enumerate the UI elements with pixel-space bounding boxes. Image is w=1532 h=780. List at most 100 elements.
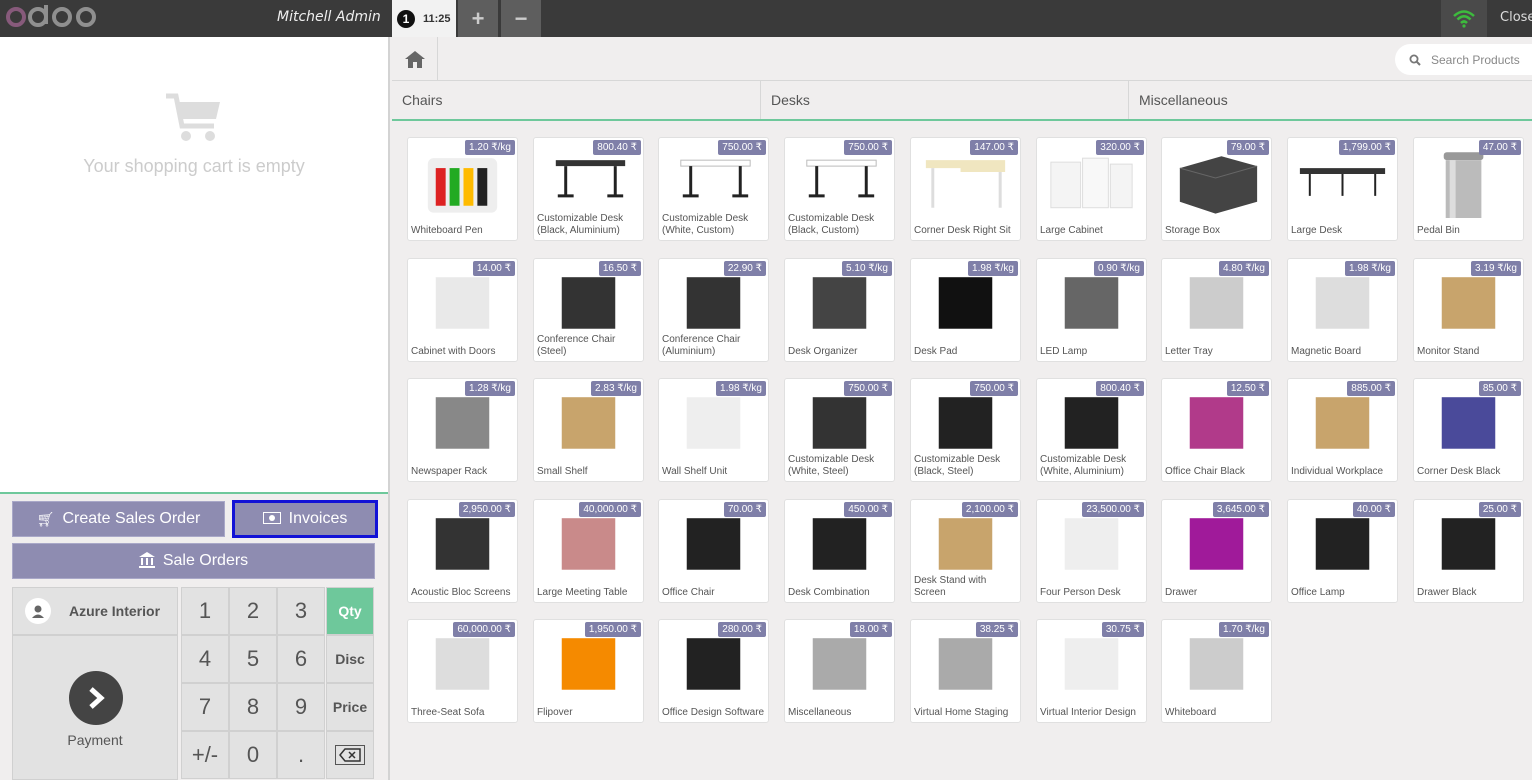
category-desks[interactable]: Desks [761, 81, 1129, 119]
numpad-key-0[interactable]: 0 [229, 731, 277, 779]
product-card[interactable]: 1,950.00 ₹ Flipover [533, 619, 644, 723]
order-pane: Your shopping cart is empty 🛒︎ Create Sa… [0, 37, 390, 780]
product-card[interactable]: 1.20 ₹/kg Whiteboard Pen [407, 137, 518, 241]
product-name: Flipover [537, 707, 573, 718]
mode-price-button[interactable]: Price [326, 683, 374, 731]
product-card[interactable]: 1.28 ₹/kg Newspaper Rack [407, 378, 518, 482]
product-card[interactable]: 1,799.00 ₹ Large Desk [1287, 137, 1398, 241]
numpad-key-3[interactable]: 3 [277, 587, 325, 635]
sale-orders-button[interactable]: Sale Orders [12, 543, 375, 579]
create-sales-order-button[interactable]: 🛒︎ Create Sales Order [12, 501, 225, 537]
product-card[interactable]: 800.40 ₹ Customizable Desk (White, Alumin… [1036, 378, 1147, 482]
cashier-name[interactable]: Mitchell Admin [277, 9, 381, 25]
mode-qty-button[interactable]: Qty [326, 587, 374, 635]
numpad-key-dot[interactable]: . [277, 731, 325, 779]
product-card[interactable]: 2.83 ₹/kg Small Shelf [533, 378, 644, 482]
product-card[interactable]: 320.00 ₹ Large Cabinet [1036, 137, 1147, 241]
breadcrumb-bar [392, 37, 1532, 81]
product-search[interactable] [1395, 44, 1532, 75]
product-card[interactable]: 280.00 ₹ Office Design Software [658, 619, 769, 723]
product-name: Customizable Desk (White, Steel) [788, 454, 875, 477]
product-card[interactable]: 12.50 ₹ Office Chair Black [1161, 378, 1272, 482]
product-price-tag: 1.98 ₹/kg [1345, 261, 1395, 276]
product-card[interactable]: 5.10 ₹/kg Desk Organizer [784, 258, 895, 362]
product-name: Wall Shelf Unit [662, 466, 728, 477]
user-icon [25, 598, 51, 624]
product-name: Corner Desk Right Sit [914, 225, 1011, 236]
product-name: Drawer Black [1417, 587, 1477, 598]
product-name: Office Lamp [1291, 587, 1345, 598]
chevron-right-icon [69, 671, 123, 725]
create-sales-order-label: Create Sales Order [62, 510, 201, 527]
numpad-key-7[interactable]: 7 [181, 683, 229, 731]
product-card[interactable]: 1.98 ₹/kg Wall Shelf Unit [658, 378, 769, 482]
customer-button[interactable]: Azure Interior [12, 587, 178, 635]
product-card[interactable]: 1.98 ₹/kg Magnetic Board [1287, 258, 1398, 362]
product-price-tag: 79.00 ₹ [1226, 140, 1269, 155]
product-card[interactable]: 750.00 ₹ Customizable Desk (Black, Steel) [910, 378, 1021, 482]
product-price-tag: 800.40 ₹ [1096, 381, 1144, 396]
product-card[interactable]: 60,000.00 ₹ Three-Seat Sofa [407, 619, 518, 723]
order-time: 11:25 [423, 12, 451, 25]
product-card[interactable]: 750.00 ₹ Customizable Desk (White, Custom… [658, 137, 769, 241]
product-card[interactable]: 0.90 ₹/kg LED Lamp [1036, 258, 1147, 362]
numpad-key-plus-minus[interactable]: +/- [181, 731, 229, 779]
mode-disc-button[interactable]: Disc [326, 635, 374, 683]
product-card[interactable]: 40,000.00 ₹ Large Meeting Table [533, 499, 644, 603]
backspace-button[interactable] [326, 731, 374, 779]
product-price-tag: 14.00 ₹ [472, 261, 515, 276]
numpad-key-9[interactable]: 9 [277, 683, 325, 731]
product-card[interactable]: 3,645.00 ₹ Drawer [1161, 499, 1272, 603]
product-card[interactable]: 25.00 ₹ Drawer Black [1413, 499, 1524, 603]
product-card[interactable]: 70.00 ₹ Office Chair [658, 499, 769, 603]
product-card[interactable]: 23,500.00 ₹ Four Person Desk [1036, 499, 1147, 603]
numpad-key-4[interactable]: 4 [181, 635, 229, 683]
search-input[interactable] [1431, 52, 1531, 67]
product-card[interactable]: 47.00 ₹ Pedal Bin [1413, 137, 1524, 241]
product-card[interactable]: 147.00 ₹ Corner Desk Right Sit [910, 137, 1021, 241]
product-card[interactable]: 2,950.00 ₹ Acoustic Bloc Screens [407, 499, 518, 603]
product-card[interactable]: 16.50 ₹ Conference Chair (Steel) [533, 258, 644, 362]
product-card[interactable]: 22.90 ₹ Conference Chair (Aluminium) [658, 258, 769, 362]
product-card[interactable]: 750.00 ₹ Customizable Desk (Black, Custom… [784, 137, 895, 241]
shopping-cart-icon [166, 93, 220, 141]
product-card[interactable]: 450.00 ₹ Desk Combination [784, 499, 895, 603]
product-card[interactable]: 18.00 ₹ Miscellaneous [784, 619, 895, 723]
product-card[interactable]: 750.00 ₹ Customizable Desk (White, Steel) [784, 378, 895, 482]
product-name: Customizable Desk (White, Aluminium) [1040, 454, 1127, 477]
numpad-key-8[interactable]: 8 [229, 683, 277, 731]
numpad-key-2[interactable]: 2 [229, 587, 277, 635]
product-name: Customizable Desk (Black, Custom) [788, 213, 875, 236]
product-card[interactable]: 40.00 ₹ Office Lamp [1287, 499, 1398, 603]
product-card[interactable]: 14.00 ₹ Cabinet with Doors [407, 258, 518, 362]
product-name: Large Meeting Table [537, 587, 628, 598]
product-card[interactable]: 1.98 ₹/kg Desk Pad [910, 258, 1021, 362]
add-order-button[interactable]: + [458, 0, 498, 37]
product-card[interactable]: 800.40 ₹ Customizable Desk (Black, Alumin… [533, 137, 644, 241]
numpad-key-1[interactable]: 1 [181, 587, 229, 635]
product-card[interactable]: 1.70 ₹/kg Whiteboard [1161, 619, 1272, 723]
product-name: Large Cabinet [1040, 225, 1103, 236]
bank-icon [138, 551, 155, 571]
numpad-key-5[interactable]: 5 [229, 635, 277, 683]
product-price-tag: 885.00 ₹ [1347, 381, 1395, 396]
category-miscellaneous[interactable]: Miscellaneous [1129, 81, 1532, 119]
invoices-button[interactable]: Invoices [232, 500, 378, 538]
numpad-key-6[interactable]: 6 [277, 635, 325, 683]
product-card[interactable]: 79.00 ₹ Storage Box [1161, 137, 1272, 241]
order-tab[interactable]: 1 11:25 [392, 0, 456, 37]
close-button[interactable]: Close [1500, 10, 1532, 25]
product-card[interactable]: 4.80 ₹/kg Letter Tray [1161, 258, 1272, 362]
payment-button[interactable]: Payment [12, 635, 178, 780]
product-price-tag: 23,500.00 ₹ [1082, 502, 1144, 517]
product-name: Storage Box [1165, 225, 1221, 236]
product-card[interactable]: 2,100.00 ₹ Desk Stand with Screen [910, 499, 1021, 603]
product-card[interactable]: 3.19 ₹/kg Monitor Stand [1413, 258, 1524, 362]
product-card[interactable]: 85.00 ₹ Corner Desk Black [1413, 378, 1524, 482]
home-button[interactable] [392, 37, 438, 81]
remove-order-button[interactable]: − [501, 0, 541, 37]
category-chairs[interactable]: Chairs [392, 81, 761, 119]
product-card[interactable]: 30.75 ₹ Virtual Interior Design [1036, 619, 1147, 723]
product-card[interactable]: 38.25 ₹ Virtual Home Staging [910, 619, 1021, 723]
product-card[interactable]: 885.00 ₹ Individual Workplace [1287, 378, 1398, 482]
